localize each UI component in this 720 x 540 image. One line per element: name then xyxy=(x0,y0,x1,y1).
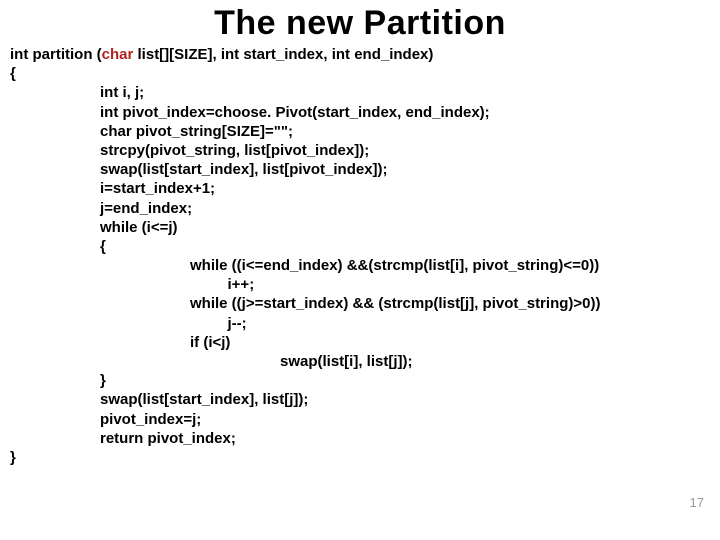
code-line: i=start_index+1; xyxy=(100,179,710,198)
slide: The new Partition int partition (char li… xyxy=(0,0,720,540)
function-signature: int partition (char list[][SIZE], int st… xyxy=(10,45,710,64)
keyword-int: int xyxy=(221,46,239,63)
code-line: if (i<j) xyxy=(190,333,710,352)
slide-title: The new Partition xyxy=(10,4,710,43)
code-line: while (i<=j) xyxy=(100,218,710,237)
keyword-int: int xyxy=(332,46,350,63)
code-line: while ((i<=end_index) &&(strcmp(list[i],… xyxy=(190,256,710,275)
code-block: int partition (char list[][SIZE], int st… xyxy=(10,45,710,467)
fn-name: partition ( xyxy=(28,46,101,63)
code-line: int pivot_index=choose. Pivot(start_inde… xyxy=(100,103,710,122)
keyword-int: int xyxy=(10,46,28,63)
code-line: j--; xyxy=(190,314,710,333)
param-list-part1: list[][SIZE], xyxy=(133,46,221,63)
code-line: { xyxy=(100,237,710,256)
param-start-index: start_index, xyxy=(239,46,332,63)
code-line: char pivot_string[SIZE]=""; xyxy=(100,122,710,141)
code-line: int i, j; xyxy=(100,83,710,102)
code-line: strcpy(pivot_string, list[pivot_index]); xyxy=(100,141,710,160)
code-line: swap(list[start_index], list[pivot_index… xyxy=(100,160,710,179)
page-number: 17 xyxy=(690,495,704,510)
code-line: i++; xyxy=(190,275,710,294)
code-line: swap(list[start_index], list[j]); xyxy=(100,390,710,409)
code-line: swap(list[i], list[j]); xyxy=(280,352,710,371)
code-line: return pivot_index; xyxy=(100,429,710,448)
code-line: j=end_index; xyxy=(100,199,710,218)
code-line: pivot_index=j; xyxy=(100,410,710,429)
brace-open: { xyxy=(10,64,710,83)
keyword-char: char xyxy=(102,46,134,63)
code-line: } xyxy=(100,371,710,390)
brace-close: } xyxy=(10,448,710,467)
code-line: while ((j>=start_index) && (strcmp(list[… xyxy=(190,294,710,313)
param-end-index: end_index) xyxy=(350,46,433,63)
